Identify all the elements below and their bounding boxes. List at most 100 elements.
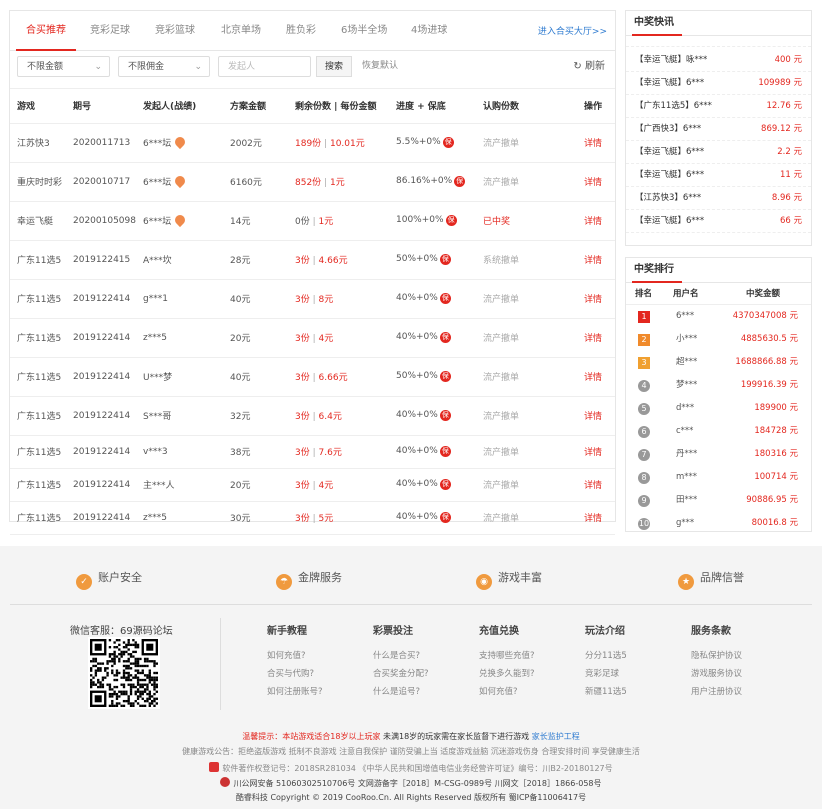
news-item: 【幸运飞艇】6*** 11 元 (626, 164, 811, 187)
cell-issue: 2019122414 (73, 501, 143, 535)
detail-link[interactable]: 详情 (584, 412, 602, 422)
detail-link[interactable]: 详情 (584, 448, 602, 458)
separator: | (324, 139, 328, 149)
footer-link[interactable]: 如何充值? (267, 649, 357, 667)
detail-link[interactable]: 详情 (584, 217, 602, 227)
footer-link[interactable]: 游戏服务协议 (691, 667, 781, 685)
progress-text: 40%+0% (396, 332, 438, 342)
tab-6-half-full[interactable]: 6场半全场 (341, 11, 387, 51)
detail-link[interactable]: 详情 (584, 139, 602, 149)
initiator-input[interactable]: 发起人 (218, 56, 311, 77)
detail-link[interactable]: 详情 (584, 178, 602, 188)
table-row: 广东11选5 2019122414 z***5 30元 3份 | 5元 40%+0% 保流产… (10, 501, 615, 535)
footer-link[interactable]: 隐私保护协议 (691, 649, 781, 667)
remaining-count: 0份 (295, 217, 310, 227)
rank-user: 超*** (676, 357, 698, 367)
remaining-count: 3份 (295, 373, 310, 383)
initiator-name: S***哥 (143, 412, 172, 422)
footer-link[interactable]: 用户注册协议 (691, 685, 781, 703)
cell-game: 广东11选5 (10, 468, 73, 502)
rank-user: 小*** (676, 334, 698, 344)
table-header-row: 游戏 期号 发起人(战绩) 方案金额 剩余份数 | 每份金额 进度 + 保底 认… (10, 89, 615, 124)
remaining-count: 3份 (295, 256, 310, 266)
footer-link[interactable]: 合买奖金分配? (373, 667, 463, 685)
guarantee-icon: 保 (439, 254, 451, 265)
col-subscribed: 认购份数 (483, 89, 584, 124)
progress-text: 40%+0% (396, 446, 438, 456)
cell-status: 流产撤单 (483, 279, 584, 319)
detail-link[interactable]: 详情 (584, 256, 602, 266)
tab-jc-football[interactable]: 竞彩足球 (90, 11, 130, 51)
cell-amount: 32元 (230, 396, 295, 436)
status-text: 流产撤单 (483, 448, 520, 458)
detail-link[interactable]: 详情 (584, 514, 602, 524)
commission-select[interactable]: 不限佣金 ⌄ (118, 56, 210, 77)
rank-amount: 184728 元 (754, 426, 798, 436)
detail-link[interactable]: 详情 (584, 334, 602, 344)
initiator-name: 主***人 (143, 481, 175, 491)
rank-amount: 80016.8 元 (751, 518, 798, 528)
cell-operation: 详情 (584, 201, 615, 241)
table-row: 广东11选5 2019122414 g***1 40元 3份 | 8元 40%+0% 保流产… (10, 279, 615, 319)
remaining-count: 189份 (295, 139, 322, 149)
cell-operation: 详情 (584, 435, 615, 469)
rank-badge: 5 (638, 403, 650, 415)
detail-link[interactable]: 详情 (584, 295, 602, 305)
cell-game: 广东11选5 (10, 501, 73, 535)
rank-badge: 1 (638, 311, 650, 323)
per-share-amount: 6.4元 (318, 412, 342, 422)
remaining-count: 3份 (295, 334, 310, 344)
cell-remaining: 3份 | 4元 (295, 468, 396, 502)
footer-link[interactable]: 合买与代购? (267, 667, 357, 685)
tab-shengfucai[interactable]: 胜负彩 (286, 11, 316, 51)
news-amount: 2.2 元 (777, 147, 802, 157)
detail-link[interactable]: 详情 (584, 481, 602, 491)
news-amount: 12.76 元 (766, 101, 802, 111)
reset-default-link[interactable]: 恢复默认 (362, 56, 398, 77)
cell-remaining: 189份 | 10.01元 (295, 123, 396, 163)
cell-remaining: 852份 | 1元 (295, 162, 396, 202)
cell-operation: 详情 (584, 357, 615, 397)
footer-link[interactable]: 竞彩足球 (585, 667, 675, 685)
footer-link[interactable]: 支持哪些充值? (479, 649, 569, 667)
footer-link[interactable]: 如何充值? (479, 685, 569, 703)
cell-remaining: 3份 | 4元 (295, 318, 396, 358)
enter-hemai-hall-link[interactable]: 进入合买大厅>> (538, 24, 607, 37)
cell-operation: 详情 (584, 162, 615, 202)
tab-jc-basketball[interactable]: 竞彩篮球 (155, 11, 195, 51)
news-item: 【广西快3】6*** 869.12 元 (626, 118, 811, 141)
guarantee-icon: 保 (442, 137, 454, 148)
footer-link[interactable]: 分分11选5 (585, 649, 675, 667)
cell-progress: 40%+0% 保 (396, 501, 483, 535)
detail-link[interactable]: 详情 (584, 373, 602, 383)
ranking-title: 中奖排行 (626, 258, 811, 283)
footer-column: 新手教程如何充值? 合买与代购? 如何注册账号? (267, 622, 357, 703)
footer-link[interactable]: 如何注册账号? (267, 685, 357, 703)
news-text: 【幸运飞艇】6*** (635, 170, 705, 180)
cell-issue: 2019122415 (73, 240, 143, 280)
footer-link[interactable]: 新疆11选5 (585, 685, 675, 703)
tab-beijing-single[interactable]: 北京单场 (221, 11, 261, 51)
cell-remaining: 3份 | 4.66元 (295, 240, 396, 280)
refresh-button[interactable]: ↻ 刷新 (573, 56, 605, 77)
parent-guard-link[interactable]: 家长监护工程 (532, 732, 580, 741)
cell-status: 流产撤单 (483, 435, 584, 469)
search-button[interactable]: 搜索 (316, 56, 353, 77)
footer-column-title: 新手教程 (267, 626, 307, 637)
rank-amount: 4370347008 元 (732, 311, 798, 321)
footer-link[interactable]: 什么是追号? (373, 685, 463, 703)
ranking-row: 6 c*** 184728 元 (626, 420, 811, 443)
per-share-amount: 1元 (318, 217, 334, 227)
cell-game: 广东11选5 (10, 240, 73, 280)
amount-select[interactable]: 不限金额 ⌄ (17, 56, 110, 77)
winning-news-panel: 中奖快讯 【幸运飞艇】咏*** 400 元【幸运飞艇】6*** 109989 元【广… (625, 10, 812, 246)
tab-4-goals[interactable]: 4场进球 (411, 11, 447, 51)
col-operation: 操作 (584, 89, 615, 124)
tab-hemai-recommend[interactable]: 合买推荐 (16, 11, 76, 51)
footer-link[interactable]: 什么是合买? (373, 649, 463, 667)
remaining-count: 3份 (295, 448, 310, 458)
cell-initiator: v***3 (143, 435, 230, 469)
separator: | (312, 334, 316, 344)
guarantee-icon: 保 (439, 410, 451, 421)
footer-link[interactable]: 兑换多久能到? (479, 667, 569, 685)
